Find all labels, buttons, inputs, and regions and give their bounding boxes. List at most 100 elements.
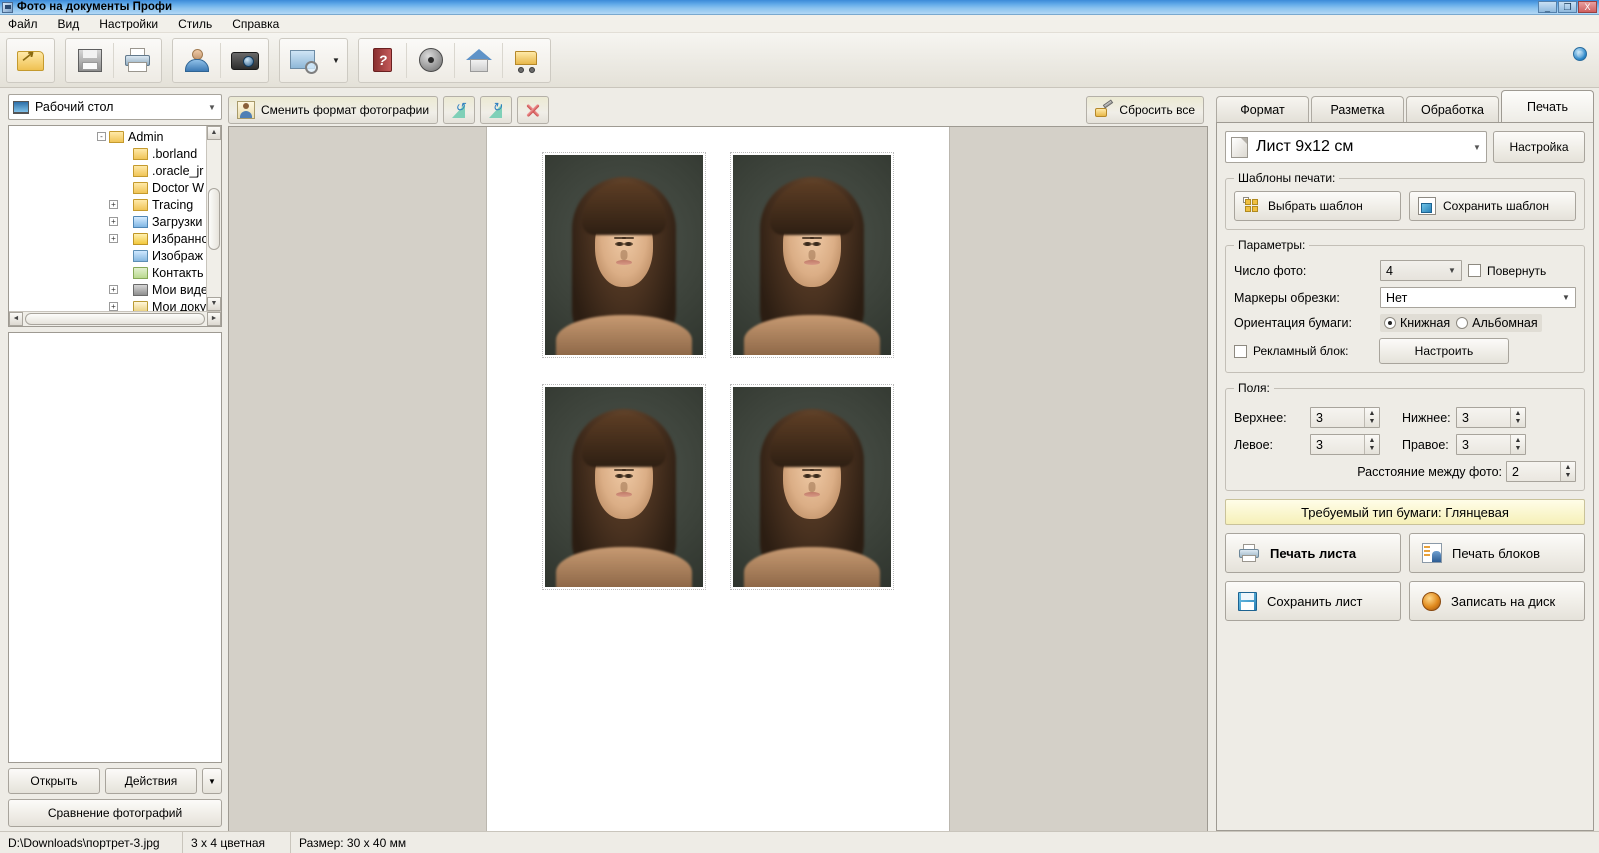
print-sheet[interactable] xyxy=(486,127,950,831)
scroll-right-button[interactable]: ► xyxy=(207,312,221,326)
menu-item-help[interactable]: Справка xyxy=(230,16,281,32)
tree-expander[interactable]: + xyxy=(109,234,118,243)
tree-item[interactable]: + Мои виде xyxy=(9,281,206,298)
ad-block-checkbox[interactable] xyxy=(1234,344,1247,358)
save-button[interactable] xyxy=(67,40,112,81)
choose-template-button[interactable]: Выбрать шаблон xyxy=(1234,191,1401,221)
spinner-down-icon[interactable]: ▼ xyxy=(1565,472,1572,479)
maximize-button[interactable]: ❐ xyxy=(1558,1,1577,13)
spinner-buttons[interactable]: ▲ ▼ xyxy=(1510,408,1525,427)
tab-print[interactable]: Печать xyxy=(1501,90,1594,122)
tab-processing[interactable]: Обработка xyxy=(1406,96,1499,122)
tree-item[interactable]: Изображ xyxy=(9,247,206,264)
print-sheet-button[interactable]: Печать листа xyxy=(1225,533,1401,573)
person-photo-button[interactable] xyxy=(174,40,219,81)
photo-item[interactable] xyxy=(542,384,706,590)
tab-layout[interactable]: Разметка xyxy=(1311,96,1404,122)
location-combo[interactable]: Рабочий стол ▼ xyxy=(8,94,222,120)
camera-button[interactable] xyxy=(222,40,267,81)
menu-item-style[interactable]: Стиль xyxy=(176,16,214,32)
margin-left-spinner[interactable]: 3 ▲ ▼ xyxy=(1310,434,1380,455)
photo-count-combo[interactable]: 4 ▼ xyxy=(1380,260,1462,281)
menu-item-view[interactable]: Вид xyxy=(56,16,82,32)
tree-item[interactable]: Контакть xyxy=(9,264,206,281)
radio-landscape-icon[interactable] xyxy=(1456,317,1469,329)
spinner-buttons[interactable]: ▲ ▼ xyxy=(1560,462,1575,481)
thumbnail-list[interactable] xyxy=(8,332,222,763)
menu-item-file[interactable]: Файл xyxy=(6,16,40,32)
tree-horizontal-scrollbar[interactable]: ◄ ► xyxy=(9,311,221,326)
tree-item[interactable]: + Tracing xyxy=(9,196,206,213)
tree-item[interactable]: - Admin xyxy=(9,128,206,145)
actions-button[interactable]: Действия xyxy=(105,768,197,794)
open-folder-button[interactable]: ↗ xyxy=(8,40,53,81)
tree-item[interactable]: .borland xyxy=(9,145,206,162)
open-file-button[interactable]: Открыть xyxy=(8,768,100,794)
film-reel-button[interactable] xyxy=(408,40,453,81)
margin-top-spinner[interactable]: 3 ▲ ▼ xyxy=(1310,407,1380,428)
spinner-up-icon[interactable]: ▲ xyxy=(1515,437,1522,444)
spinner-buttons[interactable]: ▲ ▼ xyxy=(1510,435,1525,454)
tree-item[interactable]: .oracle_jr xyxy=(9,162,206,179)
tree-expander[interactable]: + xyxy=(109,217,118,226)
rotate-right-button[interactable]: ↻ xyxy=(480,96,513,124)
compare-photos-button[interactable]: Сравнение фотографий xyxy=(8,799,222,827)
save-sheet-button[interactable]: Сохранить лист xyxy=(1225,581,1401,621)
folder-tree[interactable]: - Admin .borland .oracle_jr Doctor W + T… xyxy=(8,125,222,327)
zoom-preview-dropdown[interactable]: ▼ xyxy=(326,40,346,81)
save-template-button[interactable]: Сохранить шаблон xyxy=(1409,191,1576,221)
orientation-landscape-option[interactable]: Альбомная xyxy=(1456,316,1538,330)
spinner-buttons[interactable]: ▲ ▼ xyxy=(1364,435,1379,454)
rotate-left-button[interactable]: ↺ xyxy=(443,96,476,124)
spinner-up-icon[interactable]: ▲ xyxy=(1515,410,1522,417)
spinner-down-icon[interactable]: ▼ xyxy=(1369,445,1376,452)
minimize-button[interactable]: _ xyxy=(1538,1,1557,13)
tree-item[interactable]: Doctor W xyxy=(9,179,206,196)
tree-expander[interactable]: + xyxy=(109,302,118,311)
margin-right-spinner[interactable]: 3 ▲ ▼ xyxy=(1456,434,1526,455)
sheet-settings-button[interactable]: Настройка xyxy=(1493,131,1585,163)
help-book-button[interactable]: ? xyxy=(360,40,405,81)
radio-portrait-icon[interactable] xyxy=(1384,317,1396,329)
burn-disc-button[interactable]: Записать на диск xyxy=(1409,581,1585,621)
scroll-down-button[interactable]: ▼ xyxy=(207,297,221,311)
crop-markers-combo[interactable]: Нет ▼ xyxy=(1380,287,1576,308)
orientation-portrait-option[interactable]: Книжная xyxy=(1384,316,1450,330)
spinner-down-icon[interactable]: ▼ xyxy=(1369,418,1376,425)
zoom-preview-button[interactable] xyxy=(281,40,326,81)
tree-item[interactable]: + Мои доку xyxy=(9,298,206,311)
delete-photo-button[interactable] xyxy=(517,96,550,124)
photo-item[interactable] xyxy=(730,384,894,590)
scroll-thumb[interactable] xyxy=(208,188,220,250)
photo-item[interactable] xyxy=(542,152,706,358)
spinner-up-icon[interactable]: ▲ xyxy=(1565,464,1572,471)
scroll-thumb-horizontal[interactable] xyxy=(25,313,205,325)
tree-item[interactable]: + Загрузки xyxy=(9,213,206,230)
menu-item-settings[interactable]: Настройки xyxy=(97,16,160,32)
spinner-buttons[interactable]: ▲ ▼ xyxy=(1364,408,1379,427)
tree-expander[interactable]: + xyxy=(109,285,118,294)
tree-vertical-scrollbar[interactable]: ▲ ▼ xyxy=(206,126,221,311)
reset-all-button[interactable]: Сбросить все xyxy=(1086,96,1204,124)
spinner-down-icon[interactable]: ▼ xyxy=(1515,418,1522,425)
sheet-size-combo[interactable]: Лист 9x12 см ▼ xyxy=(1225,131,1487,163)
home-button[interactable] xyxy=(456,40,501,81)
tree-expander[interactable]: + xyxy=(109,200,118,209)
change-photo-format-button[interactable]: Сменить формат фотографии xyxy=(228,96,439,124)
print-canvas[interactable] xyxy=(228,126,1208,831)
close-button[interactable]: X xyxy=(1578,1,1597,13)
ad-block-configure-button[interactable]: Настроить xyxy=(1379,338,1509,364)
photo-item[interactable] xyxy=(730,152,894,358)
spinner-up-icon[interactable]: ▲ xyxy=(1369,410,1376,417)
scroll-up-button[interactable]: ▲ xyxy=(207,126,221,140)
margin-bottom-spinner[interactable]: 3 ▲ ▼ xyxy=(1456,407,1526,428)
photo-spacing-spinner[interactable]: 2 ▲ ▼ xyxy=(1506,461,1576,482)
rotate-checkbox[interactable] xyxy=(1468,264,1481,277)
scroll-left-button[interactable]: ◄ xyxy=(9,312,23,326)
tree-expander[interactable]: - xyxy=(97,132,106,141)
cart-button[interactable] xyxy=(504,40,549,81)
print-button[interactable] xyxy=(115,40,160,81)
spinner-down-icon[interactable]: ▼ xyxy=(1515,445,1522,452)
tree-item[interactable]: + Избранно xyxy=(9,230,206,247)
spinner-up-icon[interactable]: ▲ xyxy=(1369,437,1376,444)
